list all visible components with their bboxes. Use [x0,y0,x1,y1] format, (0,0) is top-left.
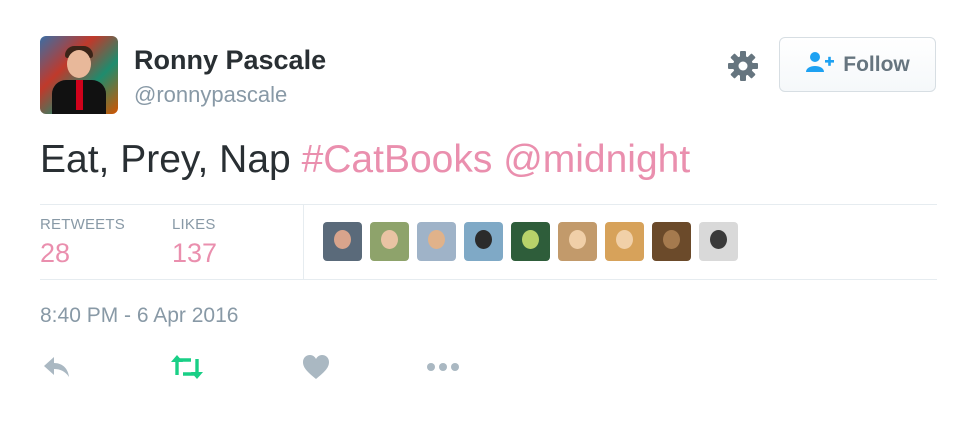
tweet-timestamp[interactable]: 8:40 PM - 6 Apr 2016 [40,304,238,328]
more-icon [427,363,459,371]
avatar-tie [76,80,83,110]
add-user-icon [805,51,835,79]
retweet-icon [171,355,203,379]
stats-vertical-divider [303,205,304,279]
liker-face [381,230,398,249]
retweet-button[interactable] [170,352,204,382]
tweet-body: Eat, Prey, Nap [40,138,302,181]
liker-avatar[interactable] [558,222,597,261]
liker-avatar[interactable] [464,222,503,261]
liker-face [522,230,539,249]
liker-avatar[interactable] [370,222,409,261]
liker-avatars [323,222,738,261]
liker-avatar[interactable] [652,222,691,261]
stats-bottom-divider [40,279,937,280]
follow-button[interactable]: Follow [779,37,936,92]
follow-label: Follow [843,52,910,76]
liker-avatar[interactable] [511,222,550,261]
avatar-face [67,50,91,78]
liker-avatar[interactable] [417,222,456,261]
reply-button[interactable] [40,352,74,382]
liker-face [428,230,445,249]
liker-face [475,230,492,249]
liker-face [569,230,586,249]
mention-link[interactable]: @midnight [503,138,690,181]
reply-icon [44,357,69,377]
liker-face [616,230,633,249]
author-handle[interactable]: @ronnypascale [134,82,287,108]
liker-avatar[interactable] [323,222,362,261]
gear-icon[interactable] [727,50,759,82]
liker-avatar[interactable] [699,222,738,261]
retweets-label: RETWEETS [40,216,125,233]
liker-avatar[interactable] [605,222,644,261]
liker-face [710,230,727,249]
retweets-count[interactable]: 28 [40,238,70,269]
author-name[interactable]: Ronny Pascale [134,45,326,76]
likes-count[interactable]: 137 [172,238,217,269]
tweet-text: Eat, Prey, Nap #CatBooks @midnight [40,138,690,182]
liker-face [334,230,351,249]
heart-icon [303,355,329,379]
author-avatar[interactable] [40,36,118,114]
likes-label: LIKES [172,216,216,233]
like-button[interactable] [299,352,333,382]
hashtag-link[interactable]: #CatBooks [302,138,493,181]
more-button[interactable] [426,352,460,382]
stats-top-divider [40,204,937,205]
liker-face [663,230,680,249]
